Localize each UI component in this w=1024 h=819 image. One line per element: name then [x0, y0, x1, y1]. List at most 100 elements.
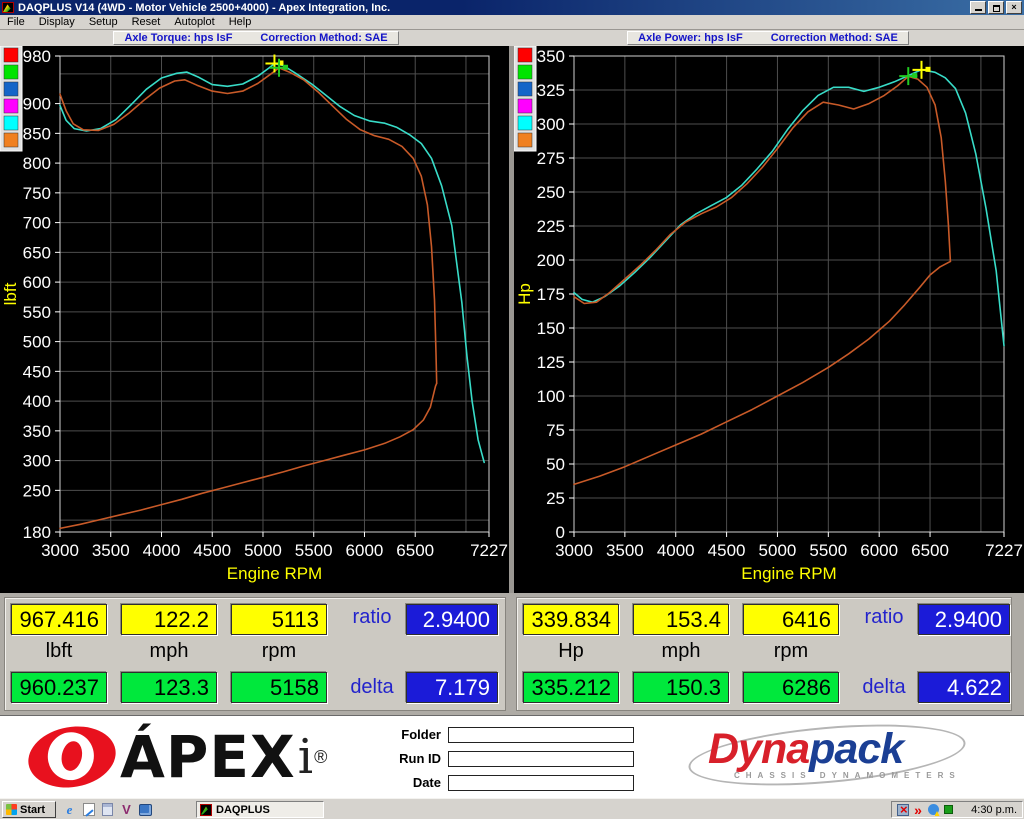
y-tick-label: 650: [23, 243, 51, 262]
legend-color-1[interactable]: [4, 65, 18, 79]
x-axis-label: Engine RPM: [227, 564, 322, 583]
internet-explorer-icon[interactable]: e: [62, 802, 77, 817]
menu-display[interactable]: Display: [32, 15, 82, 29]
legend-color-3[interactable]: [4, 99, 18, 113]
y-axis-label: Hp: [515, 283, 534, 305]
torque-chart-header: Axle Torque: hps IsF Correction Method: …: [113, 31, 398, 45]
torque-chart[interactable]: 9809008508007507006506005505004504003503…: [0, 46, 509, 593]
y-tick-label: 50: [546, 455, 565, 474]
y-tick-label: 275: [537, 149, 565, 168]
torque-unit-label: lbft: [11, 640, 107, 663]
y-tick-label: 400: [23, 392, 51, 411]
green-cursor: [283, 65, 288, 70]
date-label: Date: [382, 775, 448, 790]
daqplus-task-button[interactable]: DAQPLUS: [196, 801, 324, 818]
torque-peak-value: 967.416: [11, 604, 107, 635]
legend-color-4[interactable]: [518, 116, 532, 130]
yellow-cursor: [925, 67, 930, 72]
y-tick-label: 700: [23, 214, 51, 233]
power-cursor-mph: 150.3: [633, 672, 729, 703]
x-tick-label: 3000: [555, 541, 593, 560]
restore-icon: [993, 5, 1000, 12]
x-tick-label: 4000: [657, 541, 695, 560]
close-icon: ×: [1011, 2, 1016, 13]
mph-unit-label: mph: [121, 640, 217, 663]
y-tick-label: 350: [23, 422, 51, 441]
legend-color-0[interactable]: [518, 48, 532, 62]
messenger-icon[interactable]: [138, 802, 153, 817]
y-tick-label: 75: [546, 421, 565, 440]
menu-help[interactable]: Help: [222, 15, 259, 29]
y-tick-label: 225: [537, 217, 565, 236]
y-tick-label: 200: [537, 251, 565, 270]
minimize-button[interactable]: [970, 1, 986, 14]
legend-color-0[interactable]: [4, 48, 18, 62]
folder-input[interactable]: [448, 727, 634, 743]
x-tick-label: 6500: [396, 541, 434, 560]
x-tick-label: 5000: [759, 541, 797, 560]
power-correction-method: Correction Method: SAE: [771, 32, 898, 44]
legend-color-4[interactable]: [4, 116, 18, 130]
legend-color-5[interactable]: [4, 133, 18, 147]
series-corrected-power: [574, 70, 1004, 346]
y-tick-label: 600: [23, 273, 51, 292]
power-chart-title: Axle Power: hps IsF: [638, 32, 743, 44]
globe-warning-icon[interactable]: [927, 804, 939, 816]
menu-autoplot[interactable]: Autoplot: [167, 15, 221, 29]
mph-unit-label: mph: [633, 640, 729, 663]
power-cursor-rpm: 6286: [743, 672, 839, 703]
apex-brand-text: ÁPEX: [120, 727, 296, 787]
x-tick-label: 3000: [41, 541, 79, 560]
delta-value: 4.622: [918, 672, 1010, 703]
torque-peak-mph: 122.2: [121, 604, 217, 635]
run-id-input[interactable]: [448, 751, 634, 767]
ratio-value: 2.9400: [406, 604, 498, 635]
readouts-row: 967.416 122.2 5113 lbft mph rpm 960.237 …: [0, 593, 1024, 715]
menu-setup[interactable]: Setup: [82, 15, 125, 29]
series-corrected-torque: [60, 64, 484, 463]
compose-page-icon[interactable]: [81, 802, 96, 817]
y-tick-label: 300: [537, 115, 565, 134]
x-tick-label: 6000: [860, 541, 898, 560]
dynapack-word1: Dyna: [708, 725, 809, 773]
power-chart[interactable]: 3503253002752502252001751501251007550250…: [514, 46, 1024, 593]
green-led-icon[interactable]: [942, 804, 954, 816]
x-axis-label: Engine RPM: [741, 564, 836, 583]
menu-reset[interactable]: Reset: [125, 15, 168, 29]
power-cursor-value: 335.212: [523, 672, 619, 703]
date-input[interactable]: [448, 775, 634, 791]
taskbar-clock[interactable]: 4:30 p.m.: [971, 804, 1017, 816]
display-error-icon[interactable]: [897, 804, 909, 816]
close-button[interactable]: ×: [1006, 1, 1022, 14]
x-tick-label: 5500: [295, 541, 333, 560]
screen: DAQPLUS V14 (4WD - Motor Vehicle 2500+40…: [0, 0, 1024, 819]
apex-logo: ÁPEX i ®: [28, 722, 327, 792]
start-button[interactable]: Start: [2, 801, 56, 818]
legend-color-3[interactable]: [518, 99, 532, 113]
media-v-icon[interactable]: V: [119, 802, 134, 817]
legend-color-5[interactable]: [518, 133, 532, 147]
series-measured-torque: [60, 68, 437, 383]
power-peak-mph: 153.4: [633, 604, 729, 635]
power-peak-rpm: 6416: [743, 604, 839, 635]
legend-color-2[interactable]: [4, 82, 18, 96]
menu-bar: FileDisplaySetupResetAutoplotHelp: [0, 15, 1024, 30]
chart-header-strip: Axle Torque: hps IsF Correction Method: …: [0, 30, 1024, 46]
quick-launch-bar: e V: [62, 801, 153, 818]
menu-file[interactable]: File: [0, 15, 32, 29]
y-tick-label: 125: [537, 353, 565, 372]
restore-button[interactable]: [988, 1, 1004, 14]
y-tick-label: 325: [537, 81, 565, 100]
legend-color-1[interactable]: [518, 65, 532, 79]
y-axis-label: lbft: [1, 282, 20, 305]
legend-color-2[interactable]: [518, 82, 532, 96]
run-info-fields: Folder Run ID Date: [382, 725, 634, 797]
power-peak-value: 339.834: [523, 604, 619, 635]
document-icon[interactable]: [100, 802, 115, 817]
ratio-label: ratio: [341, 606, 403, 629]
y-tick-label: 0: [556, 523, 565, 542]
app-icon[interactable]: [2, 2, 14, 13]
fast-forward-icon[interactable]: »: [912, 804, 924, 816]
x-tick-label: 3500: [92, 541, 130, 560]
y-tick-label: 100: [537, 387, 565, 406]
